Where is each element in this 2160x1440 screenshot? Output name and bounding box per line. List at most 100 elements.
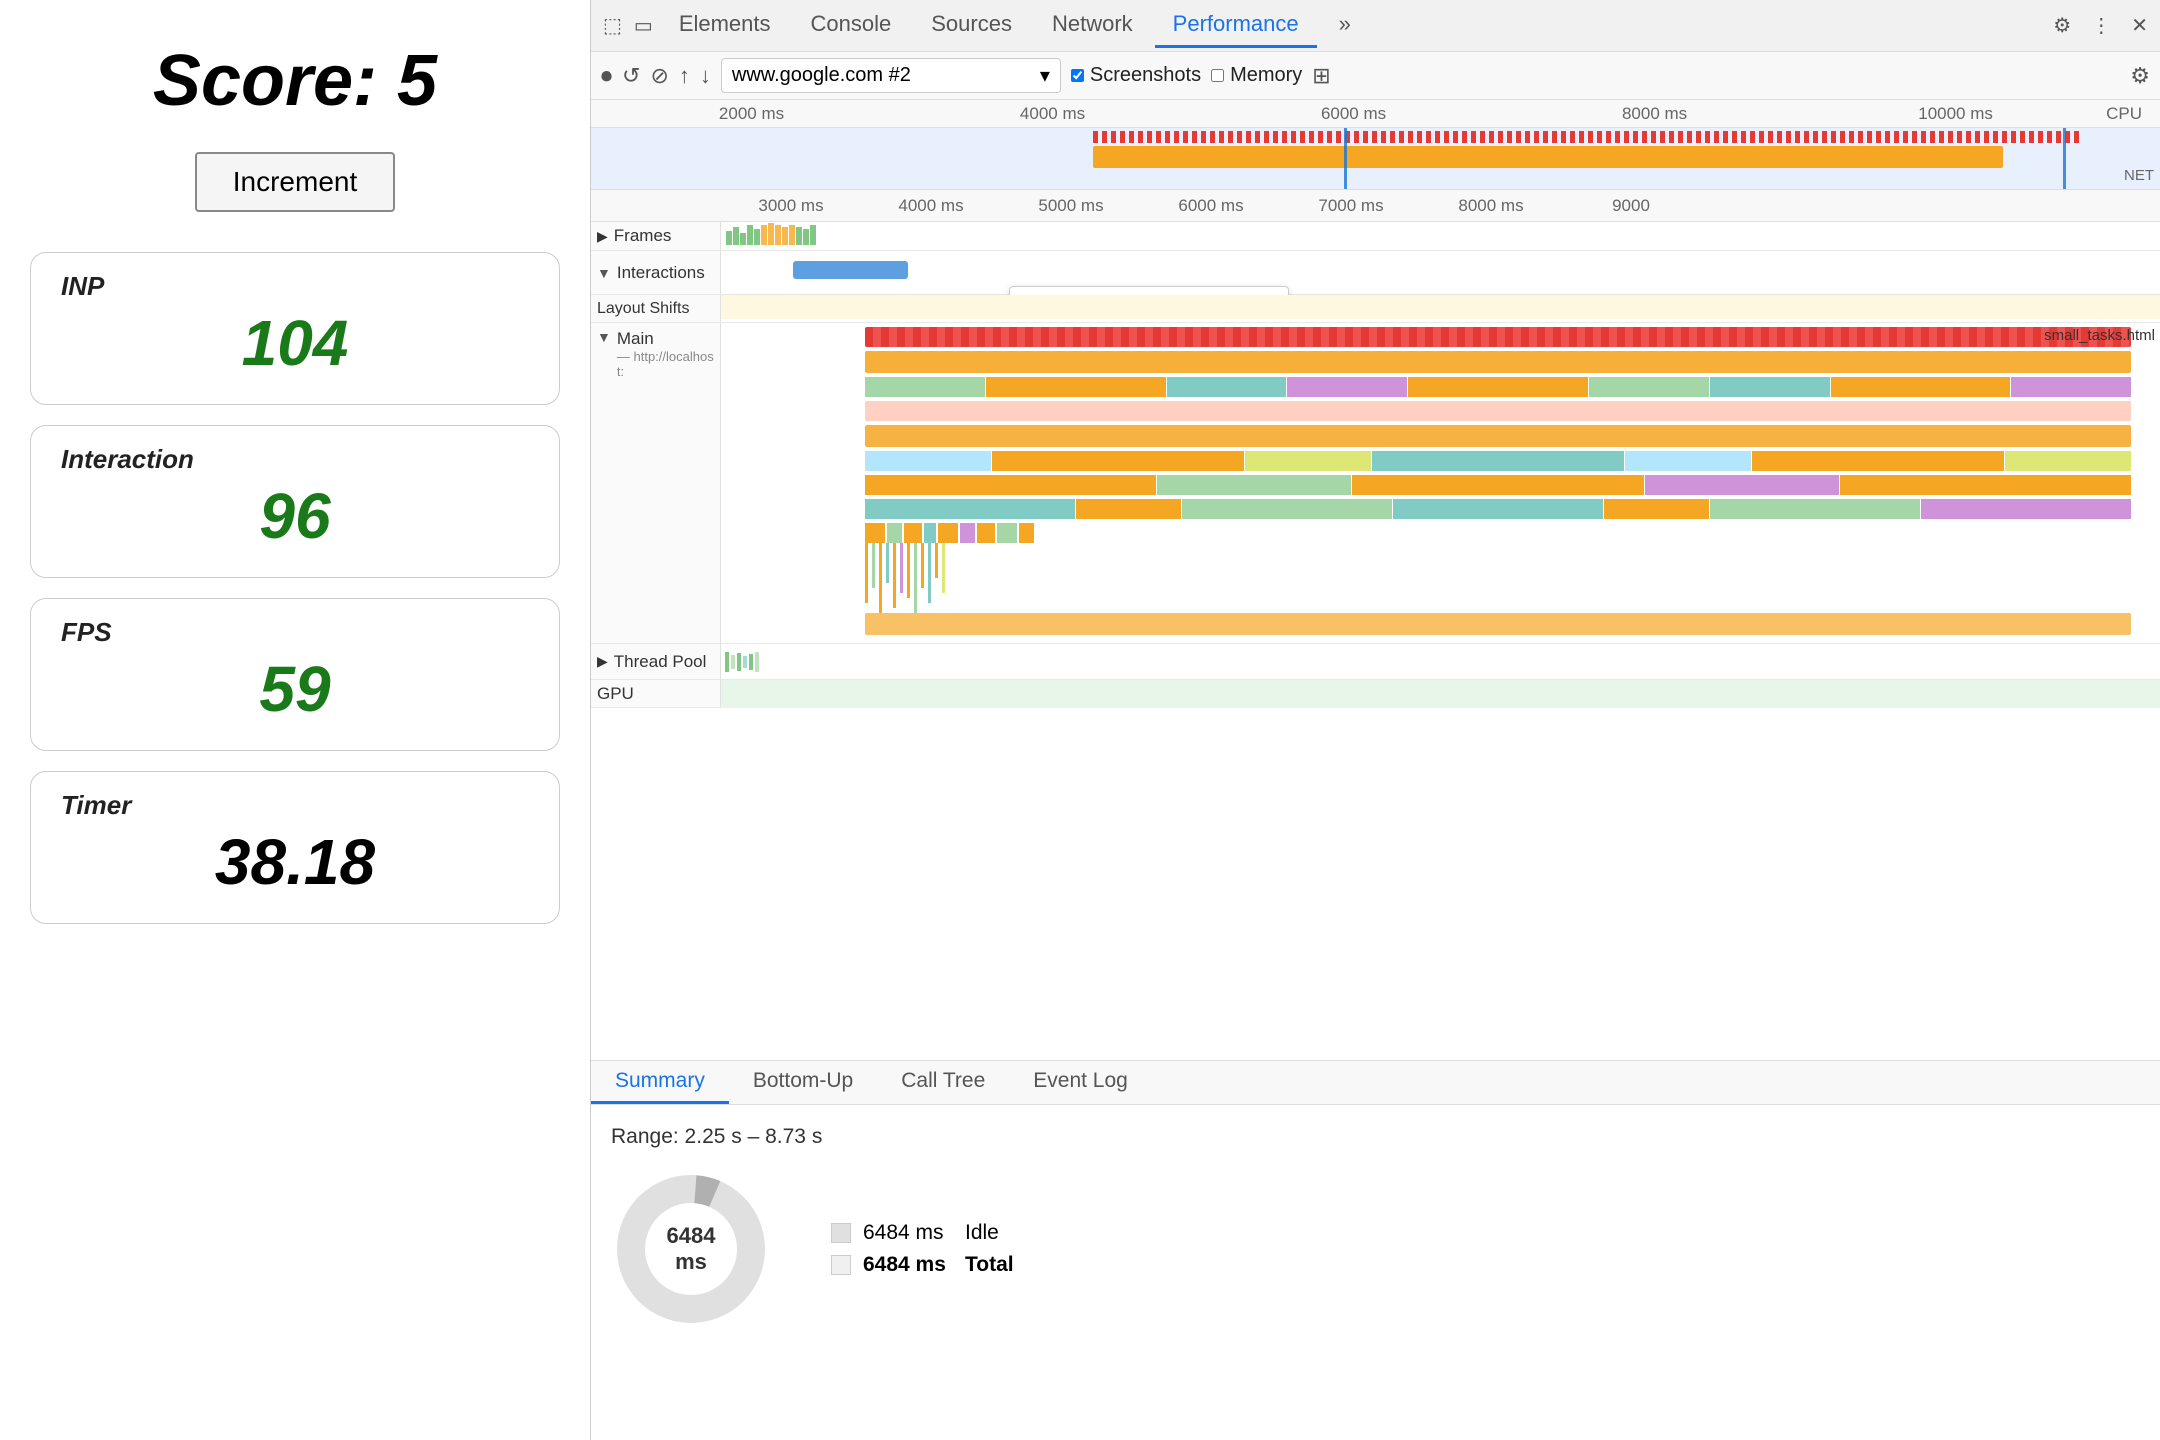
settings-icon[interactable]: ⚙ xyxy=(2049,9,2075,42)
memory-checkbox[interactable] xyxy=(1211,69,1224,82)
download-icon[interactable]: ↓ xyxy=(700,63,711,89)
summary-content: 6484 ms 6484 ms Idle 6484 ms Total xyxy=(611,1169,2140,1329)
increment-button[interactable]: Increment xyxy=(195,152,396,212)
layout-shifts-content xyxy=(721,295,2160,319)
frame-bar xyxy=(747,225,753,245)
r-5000: 5000 ms xyxy=(1001,196,1141,216)
interactions-content[interactable]: 68.10 ms Pointer Input delay 66ms Proces… xyxy=(721,251,2160,295)
frame-bar xyxy=(754,229,760,245)
r-4000: 4000 ms xyxy=(861,196,1001,216)
total-ms: 6484 ms xyxy=(863,1253,953,1277)
memory-checkbox-label[interactable]: Memory xyxy=(1211,64,1302,87)
main-sparse-bars xyxy=(865,523,2131,543)
frame-bar xyxy=(782,227,788,245)
donut-center-label: 6484 ms xyxy=(651,1223,731,1275)
thread-bar xyxy=(743,656,747,668)
cpu-yellow-bar xyxy=(1093,146,2003,168)
thread-bar xyxy=(725,652,729,672)
main-multicolor-1 xyxy=(865,377,2131,397)
r-8000: 8000 ms xyxy=(1421,196,1561,216)
tab-elements[interactable]: Elements xyxy=(661,3,789,48)
thread-pool-track-row: ▶ Thread Pool xyxy=(591,644,2160,680)
inspect-icon[interactable]: ⬚ xyxy=(599,9,626,42)
gpu-track-row: GPU xyxy=(591,680,2160,708)
interaction-tooltip: 68.10 ms Pointer Input delay 66ms Proces… xyxy=(1009,286,1289,295)
donut-chart: 6484 ms xyxy=(611,1169,771,1329)
timer-card: Timer 38.18 xyxy=(30,771,560,924)
thread-bar xyxy=(731,655,735,669)
frame-bar xyxy=(740,233,746,245)
timer-label: Timer xyxy=(61,790,529,821)
ruler-8000: 8000 ms xyxy=(1504,104,1805,124)
range-text: Range: 2.25 s – 8.73 s xyxy=(611,1125,2140,1149)
ruler-4000: 4000 ms xyxy=(902,104,1203,124)
timeline-overview[interactable]: 2000 ms 4000 ms 6000 ms 8000 ms 10000 ms… xyxy=(591,100,2160,190)
refresh-icon[interactable]: ↺ xyxy=(622,63,640,89)
cpu-activity-bar xyxy=(1093,131,2081,143)
frame-bar xyxy=(775,225,781,245)
tab-event-log[interactable]: Event Log xyxy=(1009,1061,1152,1104)
frame-bar xyxy=(761,225,767,245)
upload-icon[interactable]: ↑ xyxy=(679,63,690,89)
layout-shifts-track-row: Layout Shifts xyxy=(591,295,2160,323)
ruler-6000: 6000 ms xyxy=(1203,104,1504,124)
frame-bar xyxy=(768,223,774,245)
screenshots-checkbox[interactable] xyxy=(1071,69,1084,82)
main-yellow-row xyxy=(865,351,2131,373)
devtools-toolbar: ⏺ ↺ ⊘ ↑ ↓ www.google.com #2 ▾ Screenshot… xyxy=(591,52,2160,100)
tab-bottom-up[interactable]: Bottom-Up xyxy=(729,1061,877,1104)
interactions-label: ▼ Interactions xyxy=(591,251,721,294)
ruler-10000: 10000 ms xyxy=(1805,104,2106,124)
tab-call-tree[interactable]: Call Tree xyxy=(877,1061,1009,1104)
main-thread-content[interactable]: small_tasks.html xyxy=(721,323,2160,643)
gpu-content xyxy=(721,680,2160,708)
total-color-box xyxy=(831,1255,851,1275)
frames-label: ▶ Frames xyxy=(591,222,721,250)
selection-start xyxy=(1344,128,1347,190)
clear-icon[interactable]: ⊘ xyxy=(650,63,668,89)
screenshots-checkbox-label[interactable]: Screenshots xyxy=(1071,64,1201,87)
frame-bar xyxy=(733,227,739,245)
main-multicolor-4 xyxy=(865,499,2131,519)
tab-performance[interactable]: Performance xyxy=(1155,3,1317,48)
close-icon[interactable]: ✕ xyxy=(2127,9,2152,42)
main-multicolor-2 xyxy=(865,451,2131,471)
timeline-ruler: 3000 ms 4000 ms 5000 ms 6000 ms 7000 ms … xyxy=(591,190,2160,222)
bottom-panel: Summary Bottom-Up Call Tree Event Log Ra… xyxy=(591,1060,2160,1440)
main-file-label: small_tasks.html xyxy=(2044,327,2155,344)
thread-pool-content xyxy=(721,644,2160,680)
main-pink-row xyxy=(865,401,2131,421)
summary-legend: 6484 ms Idle 6484 ms Total xyxy=(831,1221,1014,1277)
thread-bar xyxy=(755,652,759,672)
url-dropdown-icon[interactable]: ▾ xyxy=(1040,63,1050,88)
main-bottom-yellow xyxy=(865,613,2131,635)
ruler-2000: 2000 ms xyxy=(601,104,902,124)
cpu-label: CPU xyxy=(2106,104,2150,124)
record-icon[interactable]: ⏺ xyxy=(601,63,612,89)
devtools-settings-icon[interactable]: ⚙ xyxy=(2130,63,2150,89)
tab-more[interactable]: » xyxy=(1321,3,1369,48)
r-6000: 6000 ms xyxy=(1141,196,1281,216)
tab-network[interactable]: Network xyxy=(1034,3,1151,48)
interaction-bar-1 xyxy=(793,261,908,279)
main-task-red xyxy=(865,327,2131,347)
r-7000: 7000 ms xyxy=(1281,196,1421,216)
bottom-tabs: Summary Bottom-Up Call Tree Event Log xyxy=(591,1061,2160,1105)
tab-console[interactable]: Console xyxy=(793,3,910,48)
more-options-icon[interactable]: ⋮ xyxy=(2087,9,2115,42)
inp-label: INP xyxy=(61,271,529,302)
capture-icon[interactable]: ⊞ xyxy=(1312,63,1330,89)
frames-content xyxy=(721,222,2160,250)
interactions-track-row: ▼ Interactions 68.10 ms Pointer Input de… xyxy=(591,251,2160,295)
frames-track-row: ▶ Frames xyxy=(591,222,2160,251)
devtools-icons: ⚙ ⋮ ✕ xyxy=(2049,9,2152,42)
timeline-panel[interactable]: 3000 ms 4000 ms 5000 ms 6000 ms 7000 ms … xyxy=(591,190,2160,1060)
idle-color-box xyxy=(831,1223,851,1243)
main-label: ▼ Main — http://localhost: xyxy=(591,323,721,643)
tab-sources[interactable]: Sources xyxy=(913,3,1030,48)
device-icon[interactable]: ▭ xyxy=(630,9,657,42)
score-title: Score: 5 xyxy=(153,40,437,122)
tab-summary[interactable]: Summary xyxy=(591,1061,729,1104)
bottom-content: Range: 2.25 s – 8.73 s 6484 ms 6484 ms I… xyxy=(591,1105,2160,1440)
interaction-label: Interaction xyxy=(61,444,529,475)
